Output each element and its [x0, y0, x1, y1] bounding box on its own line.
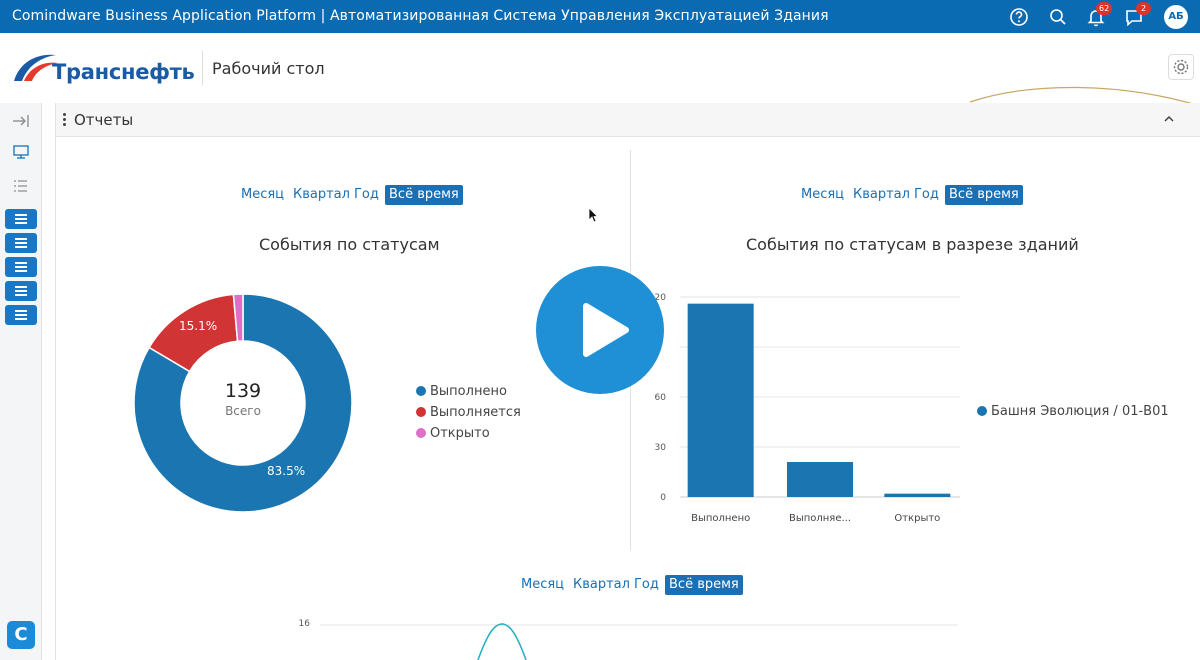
slice-label-done: 83.5% — [267, 464, 306, 478]
chevron-up-icon[interactable] — [1162, 112, 1176, 126]
donut-total: 139 — [224, 380, 262, 402]
legend-item-open[interactable]: Открыто — [416, 426, 490, 441]
period-filter-bottom: Месяц Квартал Год Всё время — [521, 575, 743, 597]
slice-label-in-progress: 15.1% — [179, 319, 218, 333]
help-icon[interactable] — [1007, 5, 1031, 29]
play-icon — [583, 303, 629, 357]
sidebar-app-button-3[interactable] — [5, 257, 37, 277]
period-filter-left: Месяц Квартал Год Всё время — [241, 185, 463, 207]
donut-total-label: Всего — [225, 404, 261, 418]
legend-swatch — [416, 386, 426, 396]
x-tick-label: Открыто — [894, 513, 940, 524]
top-bar: Comindware Business Application Platform… — [0, 0, 1200, 33]
x-tick-label: Выполняе... — [789, 513, 851, 524]
filter-all-time[interactable]: Всё время — [385, 185, 463, 205]
legend-label: Выполняется — [430, 405, 521, 420]
legend-item-building[interactable]: Башня Эволюция / 01-В01 — [977, 404, 1169, 419]
drag-handle-icon[interactable] — [63, 113, 67, 127]
period-filter-right: Месяц Квартал Год Всё время — [801, 185, 1023, 207]
filter-all-time[interactable]: Всё время — [665, 575, 743, 595]
reports-panel-header[interactable]: Отчеты — [56, 103, 1200, 137]
y-tick-label: 30 — [655, 443, 667, 453]
legend-item-done[interactable]: Выполнено — [416, 384, 507, 399]
app-title: Comindware Business Application Platform… — [12, 8, 829, 24]
legend-label: Выполнено — [430, 384, 507, 399]
filter-quarter[interactable]: Квартал — [573, 575, 630, 595]
expand-sidebar-icon[interactable] — [10, 112, 32, 130]
filter-year[interactable]: Год — [914, 185, 939, 205]
y-tick-label: 60 — [655, 393, 667, 403]
bar-chart: 03060120Выполнено Выполняе... Открыто — [649, 293, 960, 524]
logo-text: Транснефть — [52, 60, 195, 84]
legend-label: Открыто — [430, 426, 490, 441]
desktop-icon[interactable] — [10, 143, 32, 161]
donut-chart-title: События по статусам — [259, 235, 440, 254]
filter-month[interactable]: Месяц — [241, 185, 284, 205]
mouse-cursor-icon — [588, 207, 598, 223]
panel-title: Отчеты — [74, 111, 134, 129]
sidebar-app-button-4[interactable] — [5, 281, 37, 301]
video-play-button[interactable] — [536, 266, 664, 394]
bar[interactable] — [884, 493, 951, 497]
line-series — [477, 623, 527, 660]
task-list-icon[interactable] — [10, 177, 32, 195]
bar-chart-title: События по статусам в разрезе зданий — [746, 235, 1079, 254]
filter-year[interactable]: Год — [354, 185, 379, 205]
legend-swatch — [977, 406, 987, 416]
legend-label: Башня Эволюция / 01-В01 — [991, 404, 1169, 419]
settings-button[interactable] — [1168, 54, 1194, 80]
y-tick-label: 16 — [299, 619, 311, 629]
filter-quarter[interactable]: Квартал — [293, 185, 350, 205]
bar[interactable] — [787, 462, 853, 497]
legend-item-in-progress[interactable]: Выполняется — [416, 405, 521, 420]
filter-month[interactable]: Месяц — [521, 575, 564, 595]
header-divider — [202, 51, 203, 85]
filter-month[interactable]: Месяц — [801, 185, 844, 205]
comindware-logo-icon[interactable]: C — [7, 621, 35, 649]
sidebar-app-button-1[interactable] — [5, 209, 37, 229]
legend-swatch — [416, 407, 426, 417]
sidebar-app-button-5[interactable] — [5, 305, 37, 325]
filter-year[interactable]: Год — [634, 575, 659, 595]
line-chart: 16 — [299, 619, 958, 660]
sidebar-app-button-2[interactable] — [5, 233, 37, 253]
search-icon[interactable] — [1046, 5, 1070, 29]
user-avatar[interactable]: АБ — [1164, 5, 1188, 29]
gear-icon — [1173, 59, 1189, 75]
filter-all-time[interactable]: Всё время — [945, 185, 1023, 205]
filter-quarter[interactable]: Квартал — [853, 185, 910, 205]
legend-swatch — [416, 428, 426, 438]
page-title: Рабочий стол — [212, 59, 325, 78]
donut-center: 139 Всего — [183, 380, 303, 418]
messages-badge: 2 — [1136, 2, 1151, 15]
x-tick-label: Выполнено — [691, 513, 750, 524]
bar[interactable] — [687, 303, 754, 497]
sidebar: C — [0, 103, 42, 660]
y-tick-label: 0 — [660, 493, 666, 503]
notifications-badge: 62 — [1096, 2, 1113, 15]
